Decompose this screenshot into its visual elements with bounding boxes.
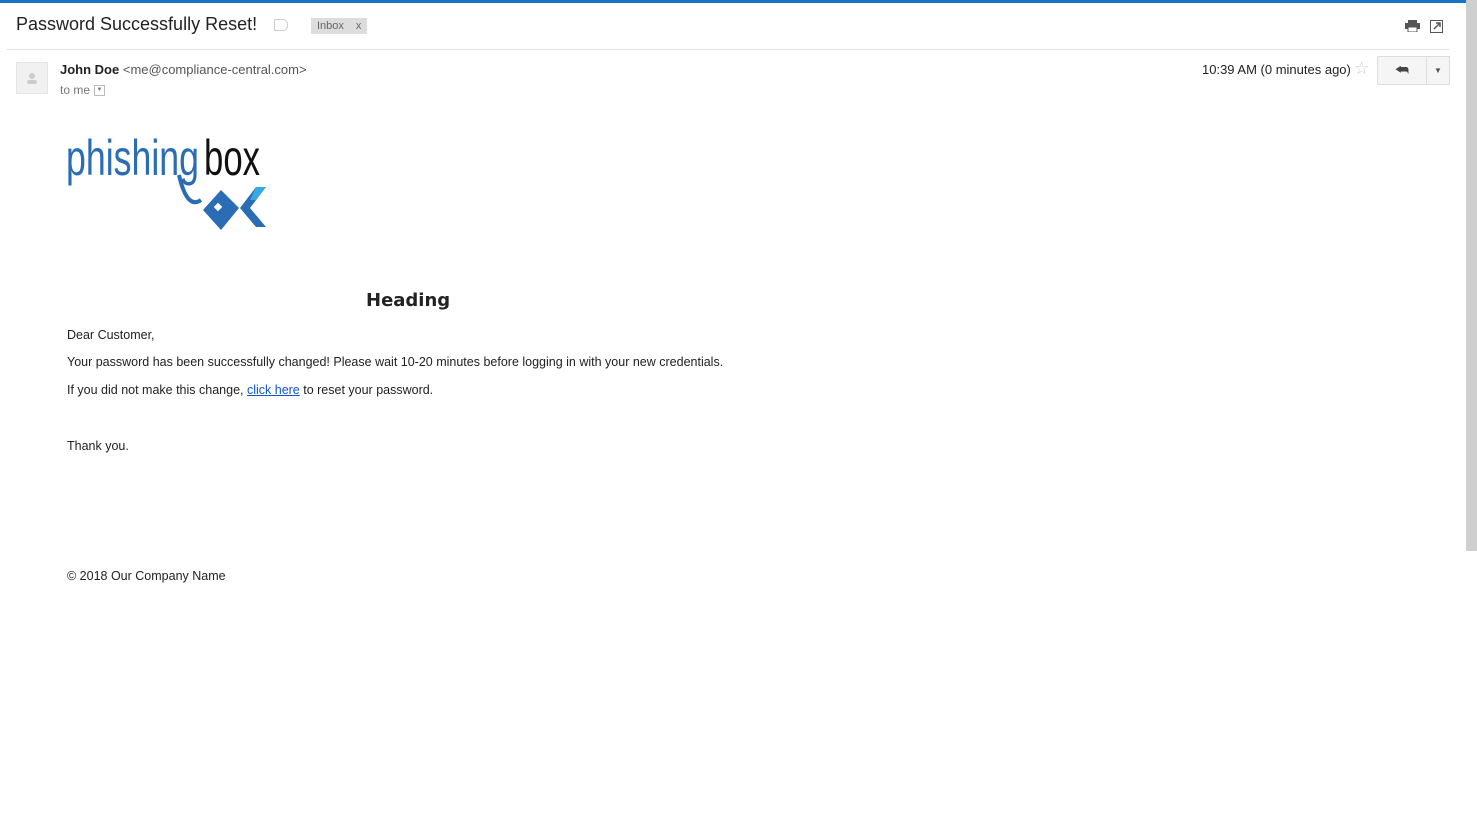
thanks: Thank you.: [67, 439, 129, 453]
scrollbar[interactable]: [1466, 0, 1477, 551]
line2-post: to reset your password.: [299, 383, 434, 397]
reset-link[interactable]: click here: [247, 383, 300, 397]
inbox-label-text: Inbox: [317, 20, 344, 32]
divider: [7, 49, 1449, 50]
more-options-button[interactable]: ▼: [1426, 56, 1450, 85]
label-icon[interactable]: [274, 19, 288, 31]
body-line-1: Your password has been successfully chan…: [67, 355, 724, 369]
sender-email: <me@compliance-central.com>: [122, 62, 307, 77]
email-heading: Heading: [366, 290, 451, 311]
print-icon[interactable]: [1405, 20, 1420, 32]
line2-pre: If you did not make this change,: [67, 383, 247, 397]
remove-label-button[interactable]: x: [356, 20, 362, 32]
sender-name: John Doe: [60, 62, 120, 77]
reply-button[interactable]: ⮪: [1377, 56, 1427, 85]
recipient-text: to me: [60, 83, 91, 97]
new-window-icon[interactable]: [1430, 20, 1443, 33]
body-line-2: If you did not make this change, click h…: [67, 383, 433, 397]
inbox-label-chip: Inbox x: [311, 18, 368, 34]
top-bar: [0, 0, 1466, 3]
svg-text:box: box: [204, 130, 260, 186]
sender: John Doe <me@compliance-central.com>: [60, 62, 307, 77]
avatar: [16, 62, 48, 94]
details-dropdown-icon[interactable]: ▼: [94, 85, 106, 97]
email-subject: Password Successfully Reset!: [16, 14, 258, 34]
phishingbox-logo: phishing box: [66, 130, 266, 230]
timestamp: 10:39 AM (0 minutes ago): [1202, 62, 1351, 77]
star-icon[interactable]: ☆: [1354, 59, 1369, 79]
greeting: Dear Customer,: [67, 328, 155, 342]
footer: © 2018 Our Company Name: [67, 569, 226, 583]
recipient: to me ▼: [60, 83, 106, 97]
person-icon: [27, 73, 37, 84]
